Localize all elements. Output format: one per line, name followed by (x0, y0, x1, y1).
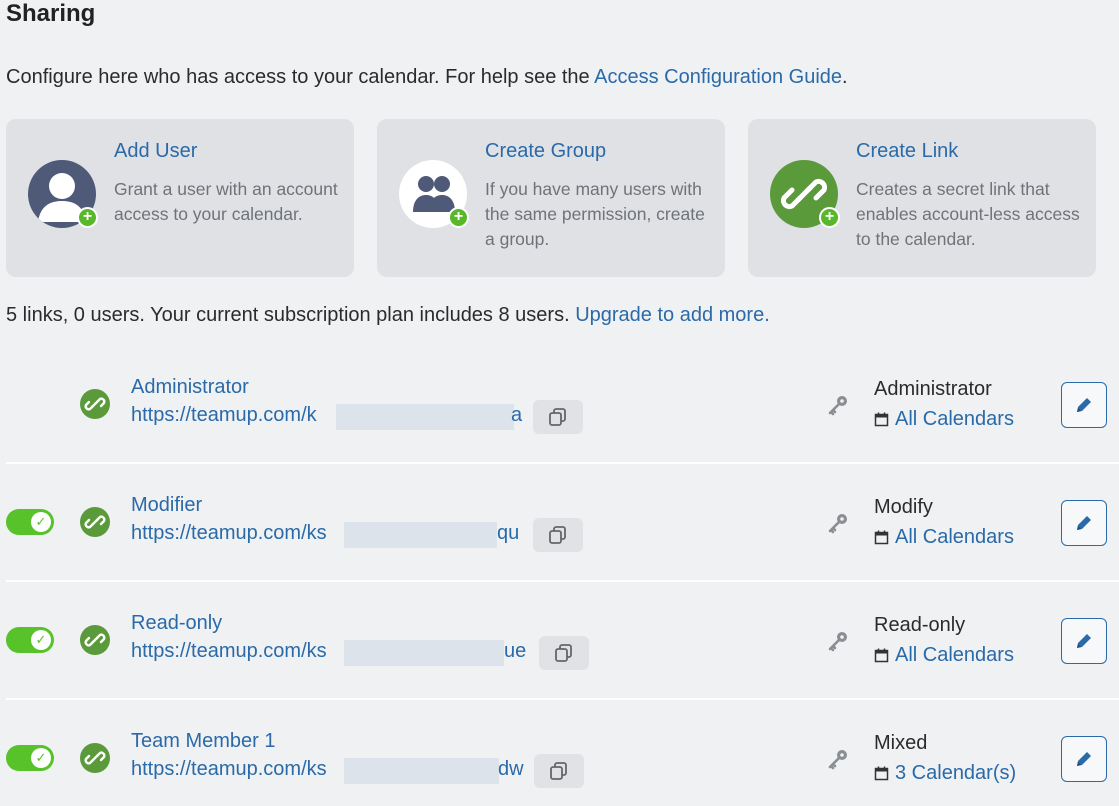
copy-url-button[interactable] (533, 400, 583, 434)
pencil-icon (1077, 752, 1091, 766)
link-url-end: a (511, 404, 523, 426)
permission-label: Administrator (874, 378, 992, 400)
calendars-link[interactable]: 3 Calendar(s) (874, 762, 1016, 787)
link-url[interactable]: https://teamup.com/ks (131, 522, 327, 545)
redacted-url (344, 758, 499, 784)
add-user-description: Grant a user with an account access to y… (114, 179, 338, 224)
edit-button[interactable] (1061, 500, 1107, 546)
intro-text: Configure here who has access to your ca… (6, 66, 848, 89)
link-icon (80, 507, 110, 537)
copy-icon (550, 762, 567, 780)
redacted-url (344, 522, 497, 548)
calendar-icon (874, 410, 889, 433)
permission-label: Read-only (874, 614, 966, 636)
redacted-url (344, 640, 504, 666)
permission-label: Mixed (874, 732, 928, 754)
edit-button[interactable] (1061, 618, 1107, 664)
edit-button[interactable] (1061, 382, 1107, 428)
subscription-summary: 5 links, 0 users. Your current subscript… (6, 304, 770, 327)
create-link-card[interactable]: + Create Link Creates a secret link that… (748, 119, 1096, 277)
calendars-label: All Calendars (895, 408, 1014, 430)
calendars-label: All Calendars (895, 644, 1014, 666)
create-group-description: If you have many users with the same per… (485, 179, 705, 249)
link-url[interactable]: https://teamup.com/ks (131, 758, 327, 781)
sharing-page: Sharing Configure here who has access to… (0, 0, 1119, 806)
add-badge-icon: + (819, 207, 840, 228)
copy-url-button[interactable] (533, 518, 583, 552)
link-name[interactable]: Administrator (131, 376, 249, 399)
create-link-title[interactable]: Create Link (856, 140, 958, 163)
calendars-link[interactable]: All Calendars (874, 408, 1014, 433)
create-link-description: Creates a secret link that enables accou… (856, 179, 1080, 249)
summary-text: 5 links, 0 users. Your current subscript… (6, 304, 576, 326)
pencil-icon (1077, 516, 1091, 530)
link-icon (80, 743, 110, 773)
list-item: ✓ Team Member 1 https://teamup.com/ks dw… (6, 700, 1119, 806)
link-url-end: dw (498, 758, 524, 780)
list-item: ✓ Modifier https://teamup.com/ks qu Modi… (6, 464, 1119, 582)
create-group-title[interactable]: Create Group (485, 140, 606, 163)
link-name[interactable]: Team Member 1 (131, 730, 276, 753)
calendars-label: 3 Calendar(s) (895, 762, 1017, 784)
intro-text-body: Configure here who has access to your ca… (6, 66, 595, 88)
check-icon: ✓ (31, 748, 51, 768)
action-cards: + Add User Grant a user with an account … (6, 119, 1098, 277)
pencil-icon (1077, 398, 1091, 412)
edit-button[interactable] (1061, 736, 1107, 782)
link-icon (80, 389, 110, 419)
link-name[interactable]: Modifier (131, 494, 202, 517)
check-icon: ✓ (31, 630, 51, 650)
enable-toggle[interactable]: ✓ (6, 509, 54, 535)
add-badge-icon: + (448, 207, 469, 228)
check-icon: ✓ (31, 512, 51, 532)
copy-url-button[interactable] (534, 754, 584, 788)
key-icon (826, 747, 850, 771)
key-icon (826, 511, 850, 535)
access-guide-link[interactable]: Access Configuration Guide (594, 66, 842, 88)
copy-url-button[interactable] (539, 636, 589, 670)
list-item: Administrator https://teamup.com/k a Adm… (6, 346, 1119, 464)
key-icon (826, 629, 850, 653)
key-icon (826, 393, 850, 417)
link-name[interactable]: Read-only (131, 612, 222, 635)
redacted-url (336, 404, 514, 430)
calendar-icon (874, 764, 889, 787)
list-item: ✓ Read-only https://teamup.com/ks ue Rea… (6, 582, 1119, 700)
add-badge-icon: + (77, 207, 98, 228)
link-url[interactable]: https://teamup.com/k (131, 404, 317, 427)
link-url-end: ue (504, 640, 527, 662)
intro-text-end: . (842, 66, 848, 88)
enable-toggle[interactable]: ✓ (6, 745, 54, 771)
add-user-card[interactable]: + Add User Grant a user with an account … (6, 119, 354, 277)
create-group-card[interactable]: + Create Group If you have many users wi… (377, 119, 725, 277)
page-title: Sharing (6, 0, 96, 27)
link-url-end: qu (497, 522, 520, 544)
link-icon (80, 625, 110, 655)
calendar-icon (874, 646, 889, 669)
upgrade-link[interactable]: Upgrade to add more. (575, 304, 770, 326)
link-url[interactable]: https://teamup.com/ks (131, 640, 327, 663)
copy-icon (555, 644, 572, 662)
pencil-icon (1077, 634, 1091, 648)
enable-toggle[interactable]: ✓ (6, 627, 54, 653)
copy-icon (549, 408, 566, 426)
copy-icon (549, 526, 566, 544)
add-user-title[interactable]: Add User (114, 140, 197, 163)
calendars-link[interactable]: All Calendars (874, 644, 1014, 669)
calendar-icon (874, 528, 889, 551)
calendars-label: All Calendars (895, 526, 1014, 548)
permission-label: Modify (874, 496, 933, 518)
calendars-link[interactable]: All Calendars (874, 526, 1014, 551)
